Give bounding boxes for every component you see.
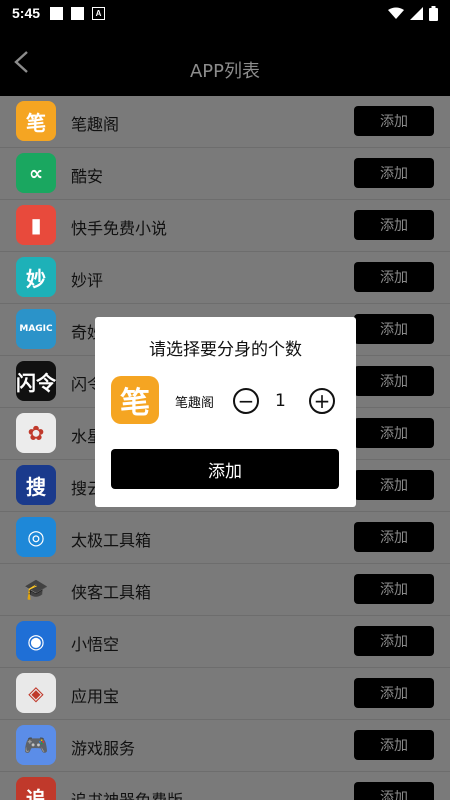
app-name: 太极工具箱 [71, 531, 152, 550]
dialog-title: 请选择要分身的个数 [149, 340, 302, 360]
page-title: APP列表 [189, 61, 261, 82]
app-icon: ◉ [16, 621, 56, 661]
status-right-icons [388, 5, 438, 21]
quantity-value: 1 [275, 391, 286, 411]
app-icon: 搜 [16, 465, 56, 505]
battery-icon [429, 5, 438, 21]
list-item: ◈ 应用宝 添加 [0, 668, 450, 720]
increase-button[interactable]: + [309, 388, 335, 414]
add-app-button[interactable]: 添加 [354, 418, 434, 448]
app-name: 游戏服务 [71, 739, 136, 758]
a-badge-icon: A [92, 6, 106, 20]
notification-square-icon [50, 6, 64, 20]
app-icon: ◎ [16, 517, 56, 557]
app-name: 侠客工具箱 [71, 583, 152, 602]
add-app-button[interactable]: 添加 [354, 470, 434, 500]
list-item: 🎓 侠客工具箱 添加 [0, 564, 450, 616]
wifi-icon [388, 7, 404, 19]
app-name: 妙评 [71, 271, 104, 290]
app-icon: 🎓 [16, 569, 56, 609]
confirm-add-button[interactable]: 添加 [111, 449, 339, 489]
app-icon: 妙 [16, 257, 56, 297]
app-icon: 笔 [16, 101, 56, 141]
add-app-button[interactable]: 添加 [354, 782, 434, 800]
app-icon: ∝ [16, 153, 56, 193]
app-name: 小悟空 [71, 635, 120, 654]
list-item: 笔笔趣阁 添加 [0, 96, 450, 148]
biquge-app-icon: 笔 [111, 376, 159, 424]
decrease-button[interactable]: − [233, 388, 259, 414]
app-icon: 追 [16, 777, 56, 800]
notification-square-icon [71, 6, 85, 20]
add-app-button[interactable]: 添加 [354, 626, 434, 656]
dialog-app-name: 笔趣阁 [175, 396, 215, 411]
status-time: 5:45 [12, 5, 41, 21]
list-item: ∝ 酷安 添加 [0, 148, 450, 200]
app-icon: ✿ [16, 413, 56, 453]
app-icon: ◈ [16, 673, 56, 713]
app-name: 酷安 [71, 167, 104, 186]
add-app-button[interactable]: 添加 [354, 158, 434, 188]
add-app-button[interactable]: 添加 [354, 314, 434, 344]
clone-count-dialog: 请选择要分身的个数 笔 笔趣阁 − 1 + 添加 [95, 317, 356, 507]
app-icon: 🎮 [16, 725, 56, 765]
app-name: 快手免费小说 [71, 219, 168, 238]
add-app-button[interactable]: 添加 [354, 730, 434, 760]
list-item: 妙妙评 添加 [0, 252, 450, 304]
signal-icon [410, 6, 423, 20]
app-name: 笔趣阁 [71, 115, 120, 134]
list-item: ◎ 太极工具箱 添加 [0, 512, 450, 564]
add-app-button[interactable]: 添加 [354, 262, 434, 292]
status-bar: 5:45 A [0, 0, 450, 26]
list-item: 追 追书神器免费版 添加 [0, 772, 450, 800]
app-name: 追书神器免费版 [71, 787, 183, 800]
list-item: ▮ 快手免费小说 添加 [0, 200, 450, 252]
add-app-button[interactable]: 添加 [354, 522, 434, 552]
add-app-button[interactable]: 添加 [354, 678, 434, 708]
app-icon: 闪令 [16, 361, 56, 401]
list-item: ◉ 小悟空 添加 [0, 616, 450, 668]
add-app-button[interactable]: 添加 [354, 106, 434, 136]
add-app-button[interactable]: 添加 [354, 366, 434, 396]
app-icon: MAGIC [16, 309, 56, 349]
app-icon: ▮ [16, 205, 56, 245]
app-name: 应用宝 [71, 687, 120, 706]
list-item: 🎮 游戏服务 添加 [0, 720, 450, 772]
app-bar: APP列表 [0, 26, 450, 96]
add-app-button[interactable]: 添加 [354, 574, 434, 604]
add-app-button[interactable]: 添加 [354, 210, 434, 240]
